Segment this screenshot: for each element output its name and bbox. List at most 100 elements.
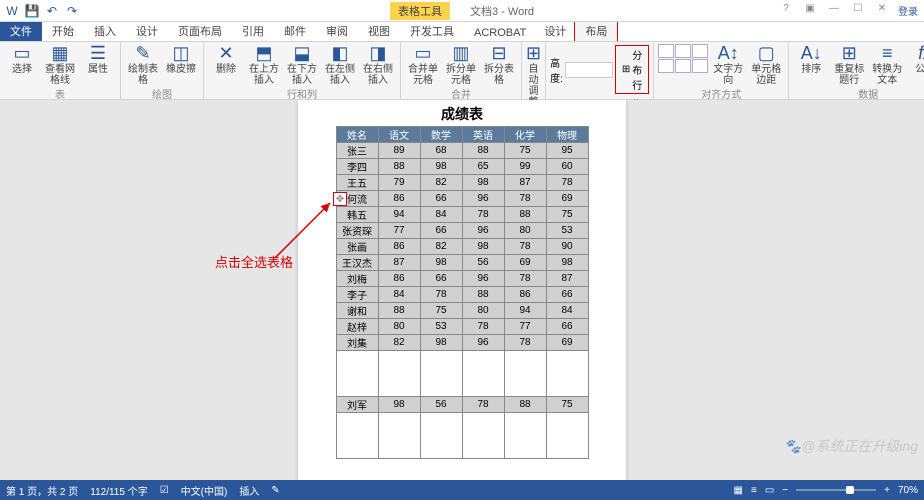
maximize-icon[interactable]: ☐: [850, 3, 866, 19]
table-row[interactable]: 刘军9856788875: [336, 397, 588, 413]
redo-icon[interactable]: ↷: [64, 3, 80, 19]
quick-access-toolbar: W 💾 ↶ ↷: [0, 3, 84, 19]
insert-right-button[interactable]: ◨在右侧插入: [360, 44, 396, 86]
tab-mailings[interactable]: 邮件: [274, 21, 316, 41]
merge-cells-button[interactable]: ▭合并单元格: [405, 44, 441, 86]
table-header: 物理: [546, 127, 588, 143]
status-words[interactable]: 112/115 个字: [90, 483, 147, 498]
repeat-header-button[interactable]: ⊞重复标题行: [831, 44, 867, 86]
status-track-icon[interactable]: ✎: [271, 485, 279, 496]
eraser-button[interactable]: ◫橡皮擦: [163, 44, 199, 75]
convert-button[interactable]: ≡转换为文本: [869, 44, 905, 86]
view-print-icon[interactable]: ▦: [734, 485, 743, 496]
insert-below-button[interactable]: ⬓在下方插入: [284, 44, 320, 86]
annotation-text: 点击全选表格: [215, 252, 293, 271]
tab-file[interactable]: 文件: [0, 21, 42, 41]
group-align: A↕文字方向 ▢单元格边距 对齐方式: [654, 42, 789, 99]
insert-left-button[interactable]: ◧在左侧插入: [322, 44, 358, 86]
height-label: 高度:: [550, 55, 563, 85]
table-header: 数学: [420, 127, 462, 143]
gridlines-button[interactable]: ▦查看网格线: [42, 44, 78, 86]
table-title: 成绩表: [298, 100, 626, 126]
tab-review[interactable]: 审阅: [316, 21, 358, 41]
zoom-slider[interactable]: [796, 489, 876, 491]
status-page[interactable]: 第 1 页，共 2 页: [6, 483, 78, 498]
undo-icon[interactable]: ↶: [44, 3, 60, 19]
table-row[interactable]: 韩五9484788875: [336, 207, 588, 223]
tab-devtools[interactable]: 开发工具: [400, 21, 464, 41]
alignment-grid[interactable]: [658, 44, 708, 73]
sort-button[interactable]: A↓排序: [793, 44, 829, 75]
tab-home[interactable]: 开始: [42, 21, 84, 41]
status-mode[interactable]: 插入: [239, 483, 259, 498]
autofit-button[interactable]: ⊞自动调整: [526, 44, 541, 108]
login-link[interactable]: 登录: [898, 3, 918, 18]
zoom-in-button[interactable]: +: [884, 485, 890, 496]
insert-above-button[interactable]: ⬒在上方插入: [246, 44, 282, 86]
table-row[interactable]: 李子8478888666: [336, 287, 588, 303]
split-cells-button[interactable]: ▥拆分单元格: [443, 44, 479, 86]
height-input[interactable]: [565, 62, 613, 78]
document-area[interactable]: 成绩表 姓名语文数学英语化学物理张三8968887595李四8898659960…: [0, 100, 924, 480]
page: 成绩表 姓名语文数学英语化学物理张三8968887595李四8898659960…: [298, 100, 626, 480]
group-merge: ▭合并单元格 ▥拆分单元格 ⊟拆分表格 合并: [401, 42, 522, 99]
watermark: 🐾@系统正在升级ing: [784, 436, 918, 456]
table-row[interactable]: 李四8898659960: [336, 159, 588, 175]
tab-acrobat[interactable]: ACROBAT: [464, 25, 536, 41]
table-row[interactable]: 王汉杰8798566998: [336, 255, 588, 271]
draw-table-button[interactable]: ✎绘制表格: [125, 44, 161, 86]
group-rowcol: ✕删除 ⬒在上方插入 ⬓在下方插入 ◧在左侧插入 ◨在右侧插入 行和列: [204, 42, 401, 99]
table-row[interactable]: 谢和8875809484: [336, 303, 588, 319]
title-center: 表格工具 文档3 - Word: [390, 2, 534, 20]
table-row[interactable]: 何流8666967869: [336, 191, 588, 207]
minimize-icon[interactable]: —: [826, 3, 842, 19]
group-label-rowcol: 行和列: [208, 86, 396, 101]
ribbon-collapse-icon[interactable]: ▣: [802, 3, 818, 19]
split-table-button[interactable]: ⊟拆分表格: [481, 44, 517, 86]
table-header: 英语: [462, 127, 504, 143]
tab-references[interactable]: 引用: [232, 21, 274, 41]
table-header: 化学: [504, 127, 546, 143]
view-web-icon[interactable]: ▭: [765, 485, 774, 496]
group-table: ▭选择 ▦查看网格线 ☰属性 表: [0, 42, 121, 99]
zoom-out-button[interactable]: −: [782, 485, 788, 496]
cell-margins-button[interactable]: ▢单元格边距: [748, 44, 784, 86]
table-row[interactable]: 赵梓8053787766: [336, 319, 588, 335]
tab-table-design[interactable]: 设计: [536, 21, 574, 41]
score-table[interactable]: 姓名语文数学英语化学物理张三8968887595李四8898659960王五79…: [336, 126, 589, 459]
table-row[interactable]: 张画8682987890: [336, 239, 588, 255]
table-select-handle[interactable]: ✥: [333, 192, 347, 206]
table-row[interactable]: 张三8968887595: [336, 143, 588, 159]
tab-view[interactable]: 视图: [358, 21, 400, 41]
tab-table-layout[interactable]: 布局: [574, 20, 618, 41]
tab-insert[interactable]: 插入: [84, 21, 126, 41]
formula-button[interactable]: fx公式: [907, 44, 924, 75]
text-direction-button[interactable]: A↕文字方向: [710, 44, 746, 86]
close-icon[interactable]: ✕: [874, 3, 890, 19]
status-lang[interactable]: 中文(中国): [181, 483, 228, 498]
zoom-value[interactable]: 70%: [898, 485, 918, 496]
titlebar: W 💾 ↶ ↷ 表格工具 文档3 - Word ? ▣ — ☐ ✕ 登录: [0, 0, 924, 22]
delete-button[interactable]: ✕删除: [208, 44, 244, 75]
blank-row[interactable]: [336, 413, 588, 459]
word-icon: W: [4, 3, 20, 19]
save-icon[interactable]: 💾: [24, 3, 40, 19]
table-row[interactable]: 刘梅8666967887: [336, 271, 588, 287]
tab-pagelayout[interactable]: 页面布局: [168, 21, 232, 41]
group-label-draw: 绘图: [125, 86, 199, 101]
distribute-rows-button[interactable]: ⊞ 分布行: [615, 45, 649, 94]
table-row[interactable]: 张资琛7766968053: [336, 223, 588, 239]
blank-row[interactable]: [336, 351, 588, 397]
group-data: A↓排序 ⊞重复标题行 ≡转换为文本 fx公式 数据: [789, 42, 924, 99]
tab-design[interactable]: 设计: [126, 21, 168, 41]
group-label-align: 对齐方式: [658, 86, 784, 101]
view-read-icon[interactable]: ≡: [751, 485, 757, 496]
help-icon[interactable]: ?: [778, 3, 794, 19]
ribbon-tabs: 文件 开始 插入 设计 页面布局 引用 邮件 审阅 视图 开发工具 ACROBA…: [0, 22, 924, 42]
table-header: 语文: [378, 127, 420, 143]
table-row[interactable]: 王五7982988778: [336, 175, 588, 191]
properties-button[interactable]: ☰属性: [80, 44, 116, 75]
table-row[interactable]: 刘集8298967869: [336, 335, 588, 351]
ribbon: ▭选择 ▦查看网格线 ☰属性 表 ✎绘制表格 ◫橡皮擦 绘图 ✕删除 ⬒在上方插…: [0, 42, 924, 100]
select-button[interactable]: ▭选择: [4, 44, 40, 75]
